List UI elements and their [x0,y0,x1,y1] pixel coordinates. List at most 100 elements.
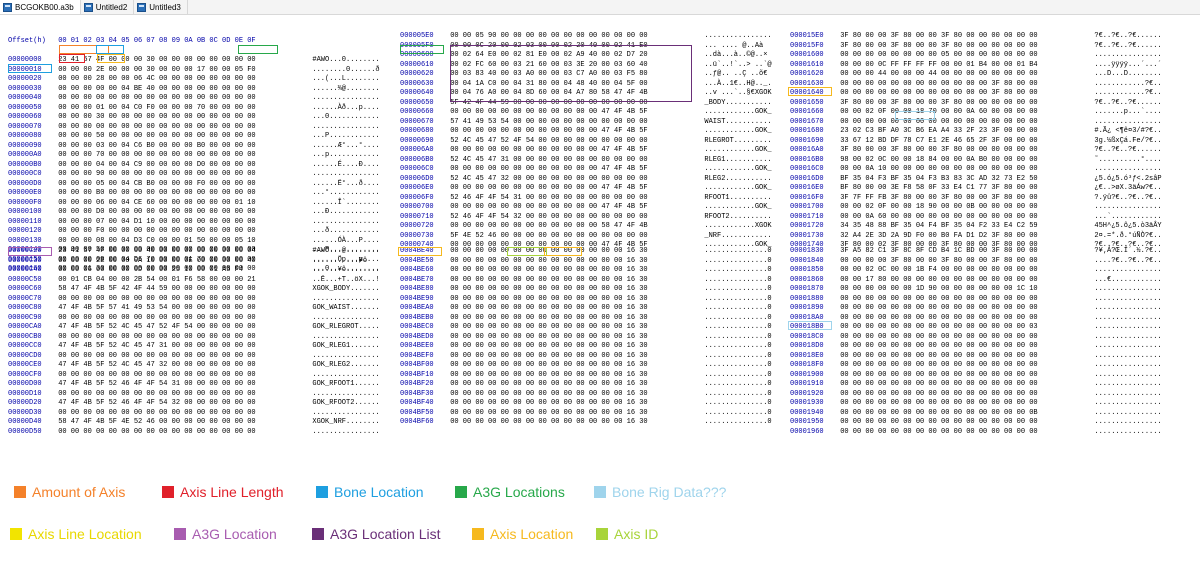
row-ascii[interactable]: ?€..?€..?€...... [1094,99,1161,109]
row-hex-bytes[interactable]: 00 00 05 90 00 00 00 00 00 00 00 00 00 0… [450,32,700,42]
hex-row[interactable]: 00000040 00 00 00 00 00 00 00 00 00 00 0… [8,94,380,104]
row-ascii[interactable]: ............GOK_ [704,146,771,156]
row-ascii[interactable]: ................ [1094,314,1161,324]
row-hex-bytes[interactable]: 52 46 4F 4F 54 31 00 00 00 00 00 00 00 0… [450,194,700,204]
hex-row[interactable]: 00000C70 00 00 00 00 00 00 00 00 00 00 0… [8,295,380,305]
hex-row[interactable]: 00001840 00 00 00 00 3F 80 00 00 3F 80 0… [790,257,1162,267]
row-hex-bytes[interactable]: 00 00 00 00 00 00 00 00 00 00 00 00 47 4… [450,184,700,194]
hex-row[interactable]: 0004BF50 00 00 00 00 00 00 00 00 00 00 0… [400,409,772,419]
row-hex-bytes[interactable]: 00 00 00 00 00 00 00 00 00 00 00 00 00 0… [58,352,308,362]
hex-row[interactable]: 00000720 00 00 00 00 00 00 00 00 00 00 0… [400,222,772,232]
row-hex-bytes[interactable]: 5F 42 4F 44 59 00 00 00 00 00 00 00 00 0… [450,99,700,109]
row-ascii[interactable]: ....?€..?€..?€.. [1094,257,1161,267]
row-ascii[interactable]: ................ [312,314,379,324]
row-ascii[interactable]: _BODY........... [704,99,771,109]
row-hex-bytes[interactable]: 00 00 00 00 00 00 00 00 00 00 00 00 00 0… [450,323,700,333]
hex-row[interactable]: 000000A0 00 00 00 70 00 00 00 00 00 00 0… [8,151,380,161]
row-hex-bytes[interactable]: 52 46 4F 4F 54 32 00 00 00 00 00 00 00 0… [450,213,700,223]
hex-row[interactable]: 00000650 5F 42 4F 44 59 00 00 00 00 00 0… [400,99,772,109]
hex-panel-2[interactable]: 000005E0 00 00 05 90 00 00 00 00 00 00 0… [400,32,772,251]
hex-row[interactable]: 000016B0 98 00 02 0C 00 00 18 84 00 00 0… [790,156,1162,166]
row-ascii[interactable]: XGOK_BODY....... [312,285,379,295]
row-hex-bytes[interactable]: 47 4F 4B 5F 52 4C 45 47 52 4F 54 00 00 0… [58,323,308,333]
row-hex-bytes[interactable]: 00 00 00 00 00 00 00 00 00 00 00 00 00 0… [450,295,700,305]
row-hex-bytes[interactable]: 00 00 00 00 00 00 00 00 00 00 00 00 00 0… [840,390,1090,400]
row-ascii[interactable]: ................ [1094,428,1161,438]
row-hex-bytes[interactable]: 3F A5 82 C1 3F 8C 8F CD B4 1C BD 00 3F 8… [840,247,1090,257]
row-hex-bytes[interactable]: 00 00 00 00 00 00 00 00 00 00 00 00 47 4… [450,203,700,213]
row-ascii[interactable]: ?¥‚Á?Œ.Í´.½.?€.. [1094,247,1161,257]
row-ascii[interactable]: ...........¥ô [312,257,367,267]
row-hex-bytes[interactable]: 00 01 CB 04 00 00 2B 54 00 01 F6 58 00 0… [58,276,308,286]
row-ascii[interactable]: ...............0 [704,390,771,400]
hex-row[interactable]: 00001610 00 00 00 0C FF FF FF FF 00 00 0… [790,61,1162,71]
row-hex-bytes[interactable]: 00 00 00 00 00 00 00 00 00 00 00 00 00 0… [450,361,700,371]
tab-untitled2[interactable]: Untitled2 [81,0,135,14]
row-hex-bytes[interactable]: 00 00 00 00 3F 80 00 00 3F 80 00 00 3F 8… [840,257,1090,267]
hex-row[interactable]: 00000C90 00 00 00 00 00 00 00 00 00 00 0… [8,314,380,324]
row-hex-bytes[interactable]: 00 00 00 00 00 00 00 00 00 00 00 00 00 0… [840,118,1090,128]
row-ascii[interactable]: RLEG1........... [704,156,771,166]
row-hex-bytes[interactable]: 00 00 00 00 00 00 00 00 00 00 00 00 00 0… [450,285,700,295]
row-hex-bytes[interactable]: 00 00 00 00 00 00 00 00 05 00 00 00 00 0… [840,51,1090,61]
row-hex-bytes[interactable]: 23 02 C3 BF A0 3C B6 EA A4 33 2F 23 3F 0… [840,127,1090,137]
hex-row[interactable]: 000016C0 00 00 0A 10 00 00 00 00 00 00 0… [790,165,1162,175]
hex-row[interactable]: 000000F0 00 00 00 06 00 04 CE 60 00 00 0… [8,199,380,209]
hex-row[interactable]: 00000D40 58 47 4F 4B 5F 4E 52 46 00 00 0… [8,418,380,428]
hex-row[interactable]: 000016D0 BF 35 04 F3 BF 35 04 F3 B3 83 3… [790,175,1162,185]
hex-row[interactable]: 0004BE80 00 00 00 00 00 00 00 00 00 00 0… [400,285,772,295]
row-hex-bytes[interactable]: 00 00 00 00 00 00 00 00 00 00 00 00 00 0… [450,399,700,409]
hex-panel-1[interactable]: Offset(h) 00 01 02 03 04 05 06 07 08 09 … [8,18,380,275]
row-hex-bytes[interactable]: 32 A4 2E 3D 2A 9D F0 00 B0 FA D1 D2 3F 8… [840,232,1090,242]
hex-row[interactable]: 000006F0 52 46 4F 4F 54 31 00 00 00 00 0… [400,194,772,204]
hex-row[interactable]: 0004BF00 00 00 00 00 00 00 00 00 00 00 0… [400,361,772,371]
row-ascii[interactable]: GOK_RLEGROT..... [312,323,379,333]
row-hex-bytes[interactable]: 00 00 00 00 00 00 00 00 00 00 00 00 00 0… [450,257,700,267]
row-hex-bytes[interactable]: 00 00 00 00 00 00 00 00 00 00 00 00 00 0… [840,380,1090,390]
hex-row[interactable]: 0004BEC0 00 00 00 00 00 00 00 00 00 00 0… [400,323,772,333]
row-ascii[interactable]: ...°............ [312,189,379,199]
hex-row[interactable]: 0004BEB0 00 00 00 00 00 00 00 00 00 00 0… [400,314,772,324]
row-ascii[interactable]: ................ [312,333,379,343]
row-hex-bytes[interactable]: 00 00 00 00 00 00 00 00 00 00 00 00 47 4… [450,108,700,118]
row-ascii[interactable]: ................ [312,390,379,400]
row-hex-bytes[interactable]: 47 4F 4B 5F 52 46 4F 4F 54 32 00 00 00 0… [58,399,308,409]
row-ascii[interactable]: ............GOK_ [704,108,771,118]
row-ascii[interactable]: ............?€.. [1094,89,1161,99]
hex-row[interactable]: 00001850 00 00 02 0C 00 00 1B F4 00 00 0… [790,266,1162,276]
hex-row[interactable]: 00000660 00 00 00 00 00 00 00 00 00 00 0… [400,108,772,118]
row-ascii[interactable]: WAIST........... [704,118,771,128]
row-ascii[interactable]: 2¤.=*.ð.°úÑÒ?€.. [1094,232,1161,242]
hex-row[interactable]: 00000C20 23 41 57 4F 00 00 00 40 00 00 0… [8,247,380,257]
row-ascii[interactable]: ?€..?€..?€...... [1094,146,1161,156]
row-hex-bytes[interactable]: 00 00 00 03 00 04 C6 B0 00 00 00 B0 00 0… [58,142,308,152]
row-ascii[interactable]: ......¾@........ [312,85,379,95]
row-ascii[interactable]: ...............0 [704,247,771,257]
row-hex-bytes[interactable]: 00 00 00 00 00 00 00 00 00 00 00 00 00 0… [840,333,1090,343]
row-ascii[interactable]: ................ [1094,409,1161,419]
row-hex-bytes[interactable]: 00 00 00 00 00 00 00 00 00 00 00 00 00 0… [58,333,308,343]
hex-row[interactable]: 0004BF30 00 00 00 00 00 00 00 00 00 00 0… [400,390,772,400]
row-ascii[interactable]: RFOOT1.......... [704,194,771,204]
row-ascii[interactable]: ...............0 [704,342,771,352]
row-ascii[interactable]: ...(...L........ [312,75,379,85]
hex-row[interactable]: 000000B0 00 00 00 04 00 04 C9 00 00 00 0… [8,161,380,171]
hex-row[interactable]: 000016F0 3F 7F FF FB 3F 80 00 00 3F 80 0… [790,194,1162,204]
hex-row[interactable]: 0004BF60 00 00 00 00 00 00 00 00 00 00 0… [400,418,772,428]
hex-row[interactable]: 00000D20 47 4F 4B 5F 52 46 4F 4F 54 32 0… [8,399,380,409]
hex-row[interactable]: 000000C0 00 00 00 90 00 00 00 00 00 00 0… [8,170,380,180]
row-ascii[interactable]: ................ [312,371,379,381]
row-hex-bytes[interactable]: 23 41 57 4F 00 00 00 30 00 00 00 00 00 0… [58,56,308,66]
row-hex-bytes[interactable]: 00 00 00 00 00 00 00 00 00 00 00 00 00 0… [450,266,700,276]
row-ascii[interactable]: ...............0 [704,304,771,314]
row-ascii[interactable]: ?€..?€..?€...... [1094,42,1161,52]
row-ascii[interactable]: ................ [312,170,379,180]
row-hex-bytes[interactable]: 00 00 00 00 00 00 00 00 00 00 00 00 00 0… [58,371,308,381]
row-hex-bytes[interactable]: 00 00 00 00 00 00 00 00 00 00 00 00 00 0… [450,276,700,286]
hex-row[interactable]: 00000CA0 47 4F 4B 5F 52 4C 45 47 52 4F 5… [8,323,380,333]
hex-row[interactable]: 00000CD0 00 00 00 00 00 00 00 00 00 00 0… [8,352,380,362]
hex-row[interactable]: 0004BEE0 00 00 00 00 00 00 00 00 00 00 0… [400,342,772,352]
row-ascii[interactable]: ................ [312,352,379,362]
row-hex-bytes[interactable]: 00 00 00 00 00 00 00 00 00 00 00 00 3F 8… [840,80,1090,90]
row-ascii[interactable]: RFOOT2.......... [704,213,771,223]
